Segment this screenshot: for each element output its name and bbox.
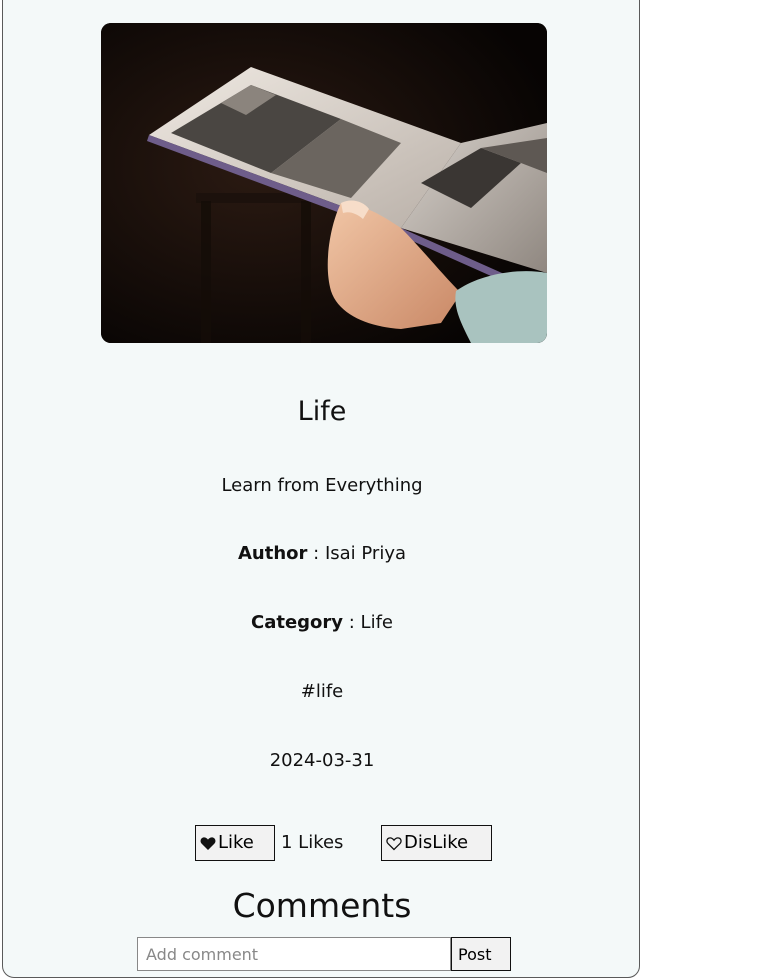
- like-label: Like: [218, 832, 254, 853]
- author-label: Author: [238, 543, 308, 564]
- category-label: Category: [251, 612, 344, 633]
- comment-input[interactable]: [137, 937, 451, 971]
- dislike-label: DisLike: [404, 832, 469, 853]
- dislike-button[interactable]: DisLike: [381, 825, 492, 861]
- post-date: 2024-03-31: [269, 750, 375, 771]
- like-button[interactable]: Like: [195, 825, 275, 861]
- magazine-photo-graphic: [101, 23, 547, 343]
- post-tag[interactable]: #life: [3, 681, 641, 703]
- author-row: Author : Isai Priya: [3, 543, 641, 565]
- heart-filled-icon: [200, 836, 216, 850]
- author-separator: :: [307, 543, 325, 564]
- reaction-bar: Like 1 Likes DisLike: [3, 825, 641, 863]
- post-card: Life Learn from Everything Author : Isai…: [2, 0, 640, 978]
- post-title: Life: [297, 396, 347, 427]
- heart-outline-icon: [386, 836, 402, 850]
- author-name: Isai Priya: [324, 543, 406, 564]
- post-image: [101, 23, 547, 343]
- post-comment-button[interactable]: Post: [451, 937, 511, 971]
- comments-heading: Comments: [232, 886, 412, 925]
- likes-count: 1 Likes: [281, 832, 344, 853]
- category-row: Category : Life: [3, 612, 641, 634]
- category-value: Life: [360, 612, 393, 633]
- category-separator: :: [343, 612, 361, 633]
- post-subtitle: Learn from Everything: [221, 475, 423, 496]
